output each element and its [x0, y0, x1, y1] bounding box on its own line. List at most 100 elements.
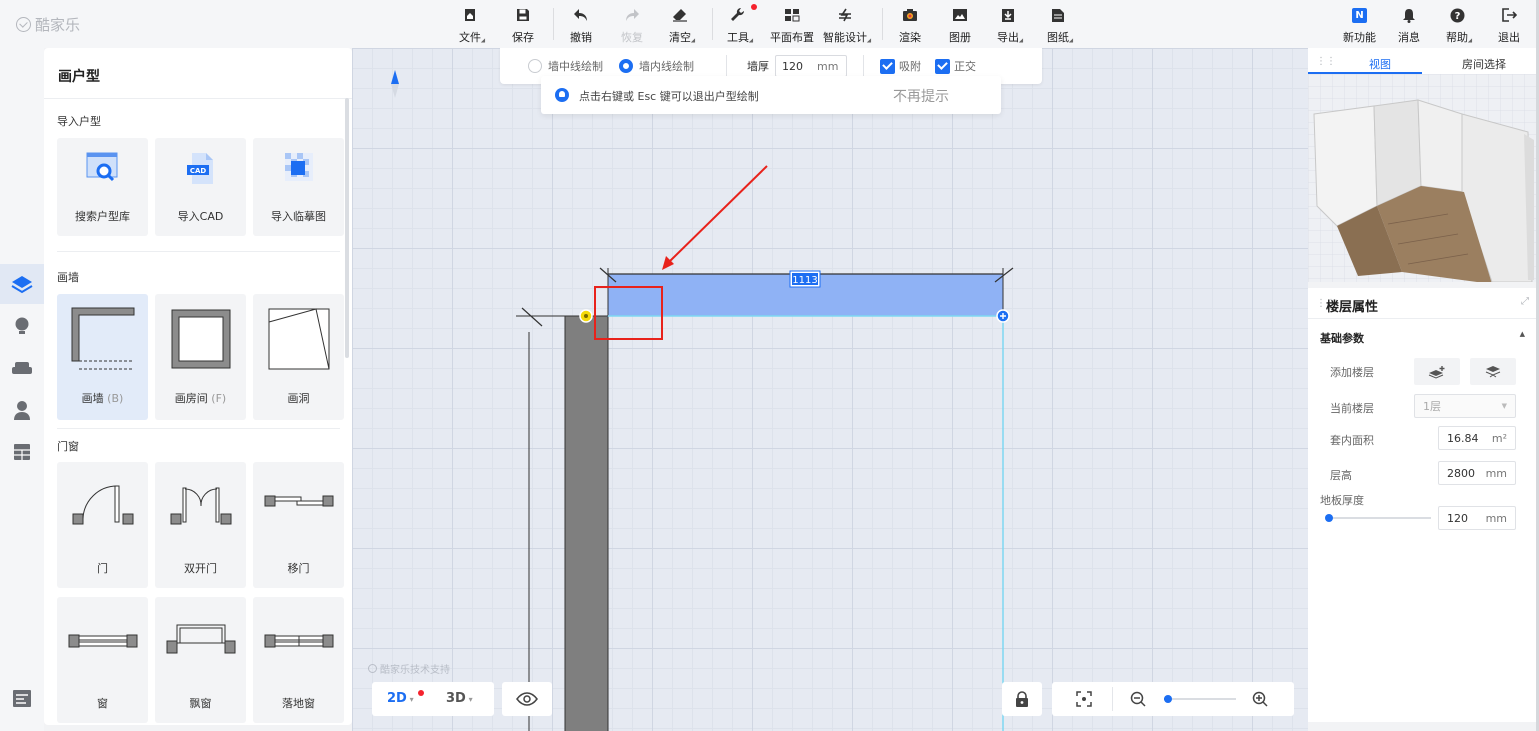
rail-inspiration[interactable]	[0, 306, 44, 346]
view-3d-button[interactable]: 3D ▾	[446, 691, 473, 706]
inner-line-radio[interactable]	[619, 59, 633, 73]
add-floor-above-button[interactable]	[1414, 358, 1460, 385]
undo-button[interactable]: 撤销	[570, 6, 592, 46]
import-cad-card[interactable]: CAD 导入CAD	[155, 138, 246, 236]
floorplan-drawing[interactable]: 1113	[352, 48, 1308, 731]
clear-button[interactable]: 清空	[669, 6, 698, 46]
smart-design-button[interactable]: 智能设计	[823, 6, 874, 46]
add-floor-below-button[interactable]	[1470, 358, 1516, 385]
right-panel: ⋮⋮ 视图 房间选择 ⋮⋮ 楼层属性 ⤢ 基础参数 ▲ 添加楼层 当前楼层 1层…	[1308, 48, 1539, 731]
area-unit: m²	[1491, 431, 1507, 445]
slab-thickness-field[interactable]: 120 mm	[1438, 506, 1516, 530]
snap-checkbox[interactable]	[880, 58, 895, 74]
current-floor-select[interactable]: 1层 ▼	[1414, 394, 1516, 418]
album-icon	[951, 6, 969, 24]
rail-cabinet[interactable]	[0, 432, 44, 472]
double-door-card[interactable]: 双开门	[155, 462, 246, 588]
draw-room-card[interactable]: 画房间 (F)	[155, 294, 246, 420]
panel-title: 画户型	[58, 69, 100, 85]
file-label: 文件	[459, 31, 481, 44]
zoom-in-icon	[1252, 691, 1268, 707]
area-value: 16.84	[1447, 431, 1479, 445]
thickness-value: 120	[782, 59, 803, 73]
zoom-out-button[interactable]	[1130, 691, 1146, 710]
svg-text:?: ?	[1454, 11, 1460, 22]
dimension-value: 1113	[792, 275, 817, 286]
messages-button[interactable]: 消息	[1398, 6, 1420, 46]
drawings-button[interactable]: 图纸	[1047, 6, 1076, 46]
floor-layout-button[interactable]: 平面布置	[770, 6, 814, 46]
file-button[interactable]: 文件	[459, 6, 488, 46]
drag-handle-icon[interactable]: ⋮⋮	[1316, 56, 1336, 67]
slab-slider-handle[interactable]	[1325, 514, 1333, 522]
redo-button[interactable]: 恢复	[621, 6, 643, 46]
area-label: 套内面积	[1330, 434, 1374, 447]
lock-button[interactable]	[1002, 682, 1042, 716]
height-field[interactable]: 2800 mm	[1438, 461, 1516, 485]
eraser-icon	[671, 6, 689, 24]
help-button[interactable]: ? 帮助	[1446, 6, 1475, 46]
fit-view-button[interactable]	[1076, 691, 1092, 710]
save-button[interactable]: 保存	[512, 6, 534, 46]
export-button[interactable]: 导出	[997, 6, 1026, 46]
draw-hole-card[interactable]: 画洞	[253, 294, 344, 420]
new-features-button[interactable]: N 新功能	[1343, 6, 1376, 46]
bell-icon	[555, 88, 569, 102]
eye-icon	[516, 692, 538, 706]
logo-mark-icon	[16, 17, 31, 32]
tab-view[interactable]: 视图	[1369, 56, 1391, 72]
render-button[interactable]: 渲染	[899, 6, 921, 46]
svg-text:CAD: CAD	[189, 167, 206, 175]
door-icon	[72, 485, 133, 525]
3d-preview[interactable]	[1308, 74, 1537, 282]
draw-room-icon	[171, 309, 230, 369]
thickness-input[interactable]: 120 mm	[775, 55, 847, 77]
slab-slider-track[interactable]	[1328, 517, 1431, 519]
window-card[interactable]: 窗	[57, 597, 148, 723]
album-button[interactable]: 图册	[949, 6, 971, 46]
redo-label: 恢复	[621, 31, 643, 44]
redo-icon	[623, 6, 641, 24]
search-floorplan-card[interactable]: 搜索户型库	[57, 138, 148, 236]
bay-window-card[interactable]: 飘窗	[155, 597, 246, 723]
rail-floorplan[interactable]	[0, 264, 44, 304]
left-panel: 画户型 导入户型 搜索户型库 CAD 导入CAD 导入临摹图 画墙 画墙 (B)…	[44, 48, 352, 725]
sliding-door-card[interactable]: 移门	[253, 462, 344, 588]
design-canvas[interactable]: 1113 墙中线绘制 墙内线绘制 墙厚 120 mm 吸附 正交 点击右键或 E…	[352, 48, 1308, 731]
rail-list[interactable]	[0, 678, 44, 718]
rail-account[interactable]	[0, 390, 44, 430]
draw-hole-icon	[268, 308, 329, 370]
ortho-checkbox[interactable]	[935, 58, 950, 74]
card-label: 门	[97, 562, 108, 575]
add-floor-above-icon	[1428, 365, 1445, 379]
slab-thickness-label: 地板厚度	[1320, 494, 1364, 507]
add-floor-label: 添加楼层	[1330, 366, 1374, 379]
zoom-slider-track[interactable]	[1164, 698, 1236, 700]
app-logo[interactable]: 酷家乐	[16, 14, 80, 35]
area-field[interactable]: 16.84 m²	[1438, 426, 1516, 450]
existing-wall	[564, 315, 609, 731]
zoom-in-button[interactable]	[1252, 691, 1268, 710]
door-card[interactable]: 门	[57, 462, 148, 588]
smart-design-icon	[836, 6, 854, 24]
tab-room-select[interactable]: 房间选择	[1462, 56, 1506, 72]
expand-icon[interactable]: ⤢	[1521, 296, 1529, 307]
rail-furniture[interactable]	[0, 348, 44, 388]
import-trace-card[interactable]: 导入临摹图	[253, 138, 344, 236]
top-toolbar: 酷家乐 文件 保存 撤销 恢复 清空 工具 平面布置 智能设计 渲染 图册 导出…	[0, 0, 1539, 48]
collapse-icon[interactable]: ▲	[1520, 330, 1525, 338]
view-2d-button[interactable]: 2D ▾	[387, 691, 414, 706]
visibility-button[interactable]	[502, 682, 552, 716]
undo-label: 撤销	[570, 31, 592, 44]
card-label: 双开门	[184, 562, 217, 575]
logout-button[interactable]: 退出	[1498, 6, 1520, 46]
add-floor-below-icon	[1485, 365, 1501, 377]
view-mode-switch: 2D ▾ 3D ▾	[372, 682, 494, 716]
centerline-radio[interactable]	[528, 59, 542, 73]
tools-button[interactable]: 工具	[727, 4, 757, 46]
draw-wall-card[interactable]: 画墙 (B)	[57, 294, 148, 420]
panel-scrollbar[interactable]	[345, 98, 349, 358]
french-window-card[interactable]: 落地窗	[253, 597, 344, 723]
zoom-slider-handle[interactable]	[1163, 695, 1172, 703]
dismiss-hint-button[interactable]: 不再提示	[893, 86, 949, 106]
